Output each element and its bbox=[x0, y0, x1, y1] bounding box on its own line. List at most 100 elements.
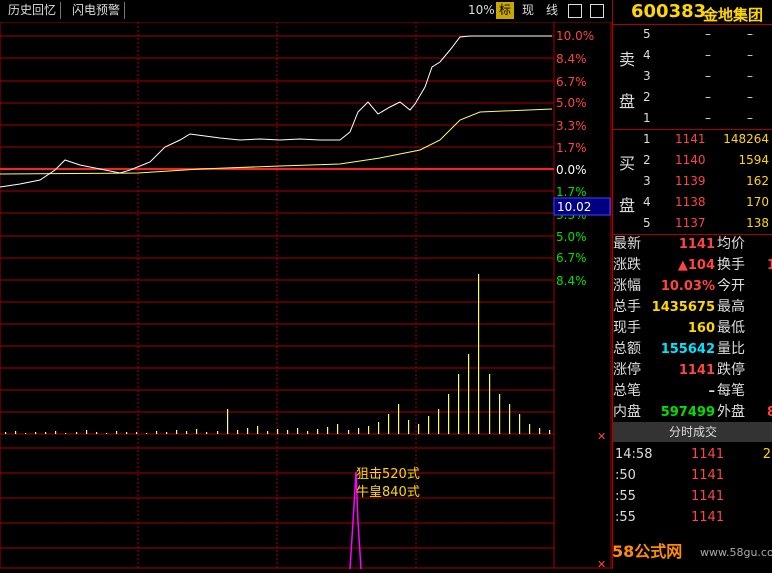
quote-label: 均价 bbox=[717, 236, 745, 252]
volume-bar bbox=[509, 404, 511, 434]
quote-row: 涨幅 10.03% 今开 bbox=[613, 276, 772, 297]
quote-row: 内盘 597499外盘 83 bbox=[613, 402, 772, 423]
sell-row: 1 – – bbox=[613, 108, 772, 129]
quote-row: 涨停 1141 跌停 bbox=[613, 360, 772, 381]
now-button[interactable]: 现 bbox=[522, 2, 534, 19]
quote-row: 总额 155642 量比 bbox=[613, 339, 772, 360]
volume-bar bbox=[196, 429, 198, 434]
quote-label: 每笔 bbox=[717, 383, 745, 399]
order-index: 5 bbox=[643, 27, 651, 41]
mark-button[interactable]: 标 bbox=[496, 2, 515, 19]
quote-label: 涨跌 bbox=[613, 257, 641, 273]
axis-label-up: 1.7% bbox=[556, 141, 587, 155]
quote-value: 1435675 bbox=[651, 300, 715, 315]
sell-row: 2 – – bbox=[613, 87, 772, 108]
close-icon[interactable]: ✕ bbox=[597, 558, 606, 571]
order-index: 3 bbox=[643, 174, 651, 188]
volume-bar bbox=[86, 430, 88, 434]
quote-label: 跌停 bbox=[717, 362, 745, 378]
volume-bar bbox=[337, 424, 339, 434]
quote-label: 总笔 bbox=[613, 383, 641, 399]
quote-value: 160 bbox=[687, 321, 715, 336]
volume-bar bbox=[458, 374, 460, 434]
order-volume: – bbox=[747, 111, 753, 125]
trade-row: :50 1141 bbox=[613, 465, 772, 486]
order-price: 1137 bbox=[675, 216, 706, 230]
volume-bar bbox=[136, 432, 138, 434]
buy-row: 1 1141 148264 bbox=[613, 129, 772, 150]
trade-price: 1141 bbox=[691, 489, 725, 504]
volume-bar bbox=[116, 431, 118, 434]
order-index: 2 bbox=[643, 90, 651, 104]
volume-bar bbox=[227, 409, 229, 434]
expand-icon[interactable] bbox=[590, 4, 604, 18]
volume-bar bbox=[549, 430, 551, 434]
volume-bar bbox=[15, 431, 17, 434]
close-icon[interactable]: ✕ bbox=[597, 430, 606, 443]
trade-time: :55 bbox=[615, 510, 636, 525]
quote-label: 换手 bbox=[717, 257, 745, 273]
grid bbox=[0, 22, 555, 568]
volume-bar bbox=[156, 431, 158, 434]
buy-row: 3 1139 162 bbox=[613, 171, 772, 192]
volume-bar bbox=[418, 424, 420, 434]
current-price-label: 10.02 bbox=[557, 200, 591, 214]
volume-bar bbox=[277, 429, 279, 434]
sell-row: 3 – – bbox=[613, 66, 772, 87]
volume-bar bbox=[65, 433, 67, 434]
volume-bar bbox=[438, 409, 440, 434]
quote-label: 最低 bbox=[717, 320, 745, 336]
history-recall-button[interactable]: 历史回忆 bbox=[4, 2, 62, 19]
window-icon[interactable] bbox=[568, 4, 582, 18]
order-index: 2 bbox=[643, 153, 651, 167]
quote-value: 83 bbox=[767, 405, 772, 420]
volume-bar bbox=[307, 431, 309, 434]
quote-label: 涨幅 bbox=[613, 278, 641, 294]
volume-bar bbox=[378, 422, 380, 434]
order-volume: 170 bbox=[746, 195, 769, 209]
order-price: – bbox=[705, 111, 711, 125]
trade-time: :50 bbox=[615, 468, 636, 483]
intraday-chart: 10.0% 8.4% 6.7% 5.0% 3.3% 1.7% 0.0% 1.7%… bbox=[0, 21, 612, 571]
quote-panel: 600383 金地集团 卖 盘 5 – – 4 – – 3 – – 2 – – … bbox=[612, 0, 772, 569]
quote-label: 最新 bbox=[613, 236, 641, 252]
axis-label-down: 1.7% bbox=[556, 185, 587, 199]
stock-name: 金地集团 bbox=[703, 6, 764, 24]
quote-label: 涨停 bbox=[613, 362, 641, 378]
volume-bar bbox=[478, 274, 480, 434]
order-price: – bbox=[705, 69, 711, 83]
trade-time: :55 bbox=[615, 489, 636, 504]
volume-bar bbox=[529, 424, 531, 434]
chart-svg: 10.0% 8.4% 6.7% 5.0% 3.3% 1.7% 0.0% 1.7%… bbox=[0, 21, 612, 571]
volume-bar bbox=[126, 432, 128, 434]
quote-label: 外盘 bbox=[717, 404, 745, 420]
volume-bar bbox=[237, 430, 239, 434]
order-index: 1 bbox=[643, 132, 651, 146]
volume-bar bbox=[428, 416, 430, 434]
trades-header[interactable]: 分时成交 bbox=[613, 422, 772, 442]
axis-label-up: 6.7% bbox=[556, 75, 587, 89]
stock-code: 600383 bbox=[631, 1, 707, 22]
chart-frame bbox=[0, 21, 612, 569]
flash-alert-button[interactable]: 闪电预警 bbox=[68, 2, 126, 19]
pct-scale-button[interactable]: 10% bbox=[468, 2, 495, 19]
sell-row: 4 – – bbox=[613, 45, 772, 66]
axis-label-zero: 0.0% bbox=[556, 163, 587, 177]
average-price-line bbox=[0, 108, 553, 175]
order-index: 1 bbox=[643, 111, 651, 125]
quote-value: 1141 bbox=[678, 363, 715, 378]
volume-bar bbox=[388, 414, 390, 434]
volume-bar bbox=[317, 429, 319, 434]
trade-price: 1141 bbox=[691, 510, 725, 525]
order-volume: 138 bbox=[746, 216, 769, 230]
order-index: 4 bbox=[643, 48, 651, 62]
volume-bar bbox=[489, 374, 491, 434]
quote-label: 总手 bbox=[613, 299, 641, 315]
trade-price: 1141 bbox=[691, 447, 725, 462]
quote-value: 1141 bbox=[678, 237, 715, 252]
volume-bar bbox=[35, 432, 37, 434]
quote-row: 总笔 – 每笔 bbox=[613, 381, 772, 402]
line-button[interactable]: 线 bbox=[546, 2, 558, 19]
order-price: – bbox=[705, 90, 711, 104]
order-price: – bbox=[705, 27, 711, 41]
